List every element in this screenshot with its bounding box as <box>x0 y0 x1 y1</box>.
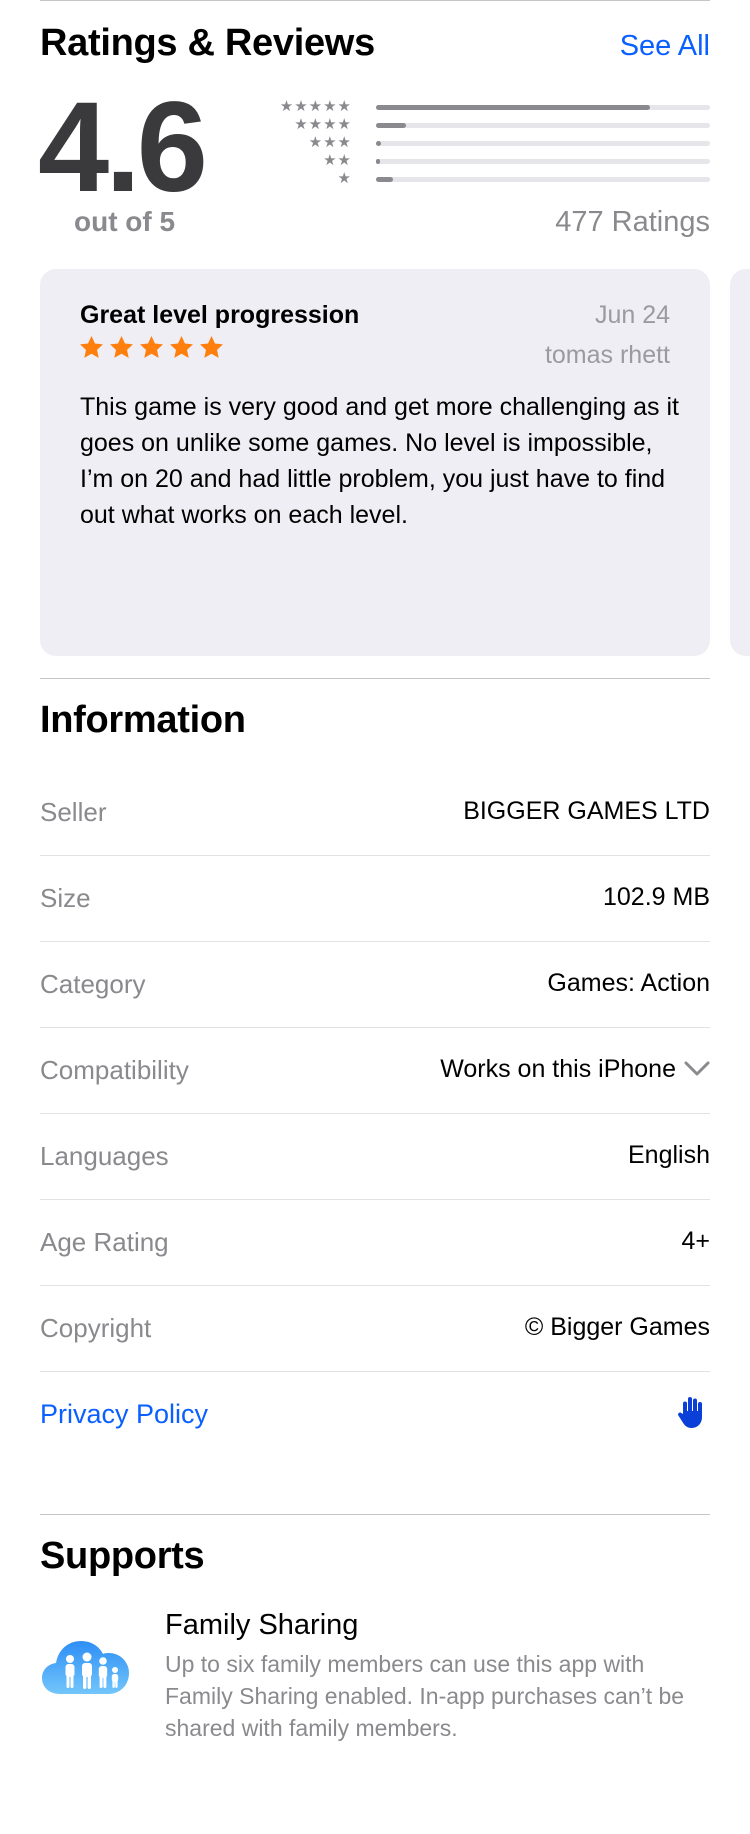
info-row-size: Size 102.9 MB <box>40 856 710 942</box>
histogram-row-1-star: ★ <box>262 170 710 188</box>
histogram-track <box>376 177 710 182</box>
five-stars-icon: ★★★★★ <box>279 98 352 115</box>
info-row-age-rating: Age Rating 4+ <box>40 1200 710 1286</box>
one-star-icon: ★ <box>337 170 352 187</box>
info-value: © Bigger Games <box>524 1313 710 1341</box>
info-row-category: Category Games: Action <box>40 942 710 1028</box>
four-stars-icon: ★★★★ <box>294 116 352 133</box>
ratings-count: 477 Ratings <box>555 206 710 238</box>
info-label: Copyright <box>40 1313 152 1343</box>
info-value: BIGGER GAMES LTD <box>463 797 710 825</box>
info-row-languages: Languages English <box>40 1114 710 1200</box>
info-row-compatibility[interactable]: Compatibility Works on this iPhone <box>40 1028 710 1114</box>
info-label: Category <box>40 969 146 999</box>
review-author: tomas rhett <box>544 341 670 369</box>
histogram-bar <box>376 141 381 146</box>
supports-section-title: Supports <box>40 1535 205 1577</box>
family-sharing-description: Up to six family members can use this ap… <box>165 1651 685 1741</box>
two-stars-icon: ★★ <box>323 152 352 169</box>
info-row-copyright: Copyright © Bigger Games <box>40 1286 710 1372</box>
chevron-down-icon[interactable] <box>684 1060 710 1078</box>
histogram-track <box>376 105 710 110</box>
info-label: Age Rating <box>40 1227 169 1257</box>
histogram-row-4-stars: ★★★★ <box>262 116 710 134</box>
see-all-link[interactable]: See All <box>620 30 710 63</box>
information-divider <box>40 678 710 679</box>
next-review-card-peek[interactable] <box>730 269 750 656</box>
star-icon <box>110 336 133 358</box>
review-date: Jun 24 <box>594 301 670 329</box>
three-stars-icon: ★★★ <box>308 134 352 151</box>
star-icon <box>200 336 223 358</box>
family-sharing-icon <box>42 1641 129 1694</box>
top-divider <box>40 0 710 1</box>
info-value: Works on this iPhone <box>440 1055 676 1083</box>
histogram-bar <box>376 159 380 164</box>
histogram-track <box>376 159 710 164</box>
info-value: Games: Action <box>547 969 710 997</box>
review-star-rating <box>78 334 225 361</box>
star-icon <box>80 336 103 358</box>
star-icon <box>140 336 163 358</box>
information-list: Seller BIGGER GAMES LTD Size 102.9 MB Ca… <box>40 770 710 1458</box>
info-label: Seller <box>40 797 107 827</box>
info-row-seller: Seller BIGGER GAMES LTD <box>40 770 710 856</box>
histogram-row-2-stars: ★★ <box>262 152 710 170</box>
privacy-hand-icon <box>678 1397 702 1428</box>
privacy-policy-link[interactable]: Privacy Policy <box>40 1399 208 1430</box>
histogram-track <box>376 141 710 146</box>
ratings-section-title: Ratings & Reviews <box>40 22 375 64</box>
review-title: Great level progression <box>80 301 360 329</box>
info-value: 4+ <box>681 1227 710 1255</box>
out-of-label: out of 5 <box>74 206 176 237</box>
review-body: This game is very good and get more chal… <box>80 393 679 529</box>
review-card[interactable]: Great level progression Jun 24 tomas rhe… <box>40 269 710 656</box>
info-label: Compatibility <box>40 1055 189 1085</box>
star-icon <box>170 336 193 358</box>
family-sharing-title: Family Sharing <box>165 1609 359 1641</box>
histogram-row-5-stars: ★★★★★ <box>262 98 710 116</box>
information-section-title: Information <box>40 699 246 741</box>
info-value: English <box>628 1141 710 1169</box>
histogram-track <box>376 123 710 128</box>
histogram-row-3-stars: ★★★ <box>262 134 710 152</box>
rating-histogram: ★★★★★ ★★★★ ★★★ ★★ ★ <box>262 98 710 188</box>
average-rating: 4.6 <box>38 76 208 219</box>
info-value: 102.9 MB <box>602 883 710 911</box>
supports-divider <box>40 1514 710 1515</box>
histogram-bar <box>376 177 393 182</box>
info-label: Size <box>40 883 91 913</box>
histogram-bar <box>376 123 407 128</box>
info-label: Languages <box>40 1141 169 1171</box>
histogram-bar <box>376 105 650 110</box>
privacy-policy-row[interactable]: Privacy Policy <box>40 1372 710 1458</box>
